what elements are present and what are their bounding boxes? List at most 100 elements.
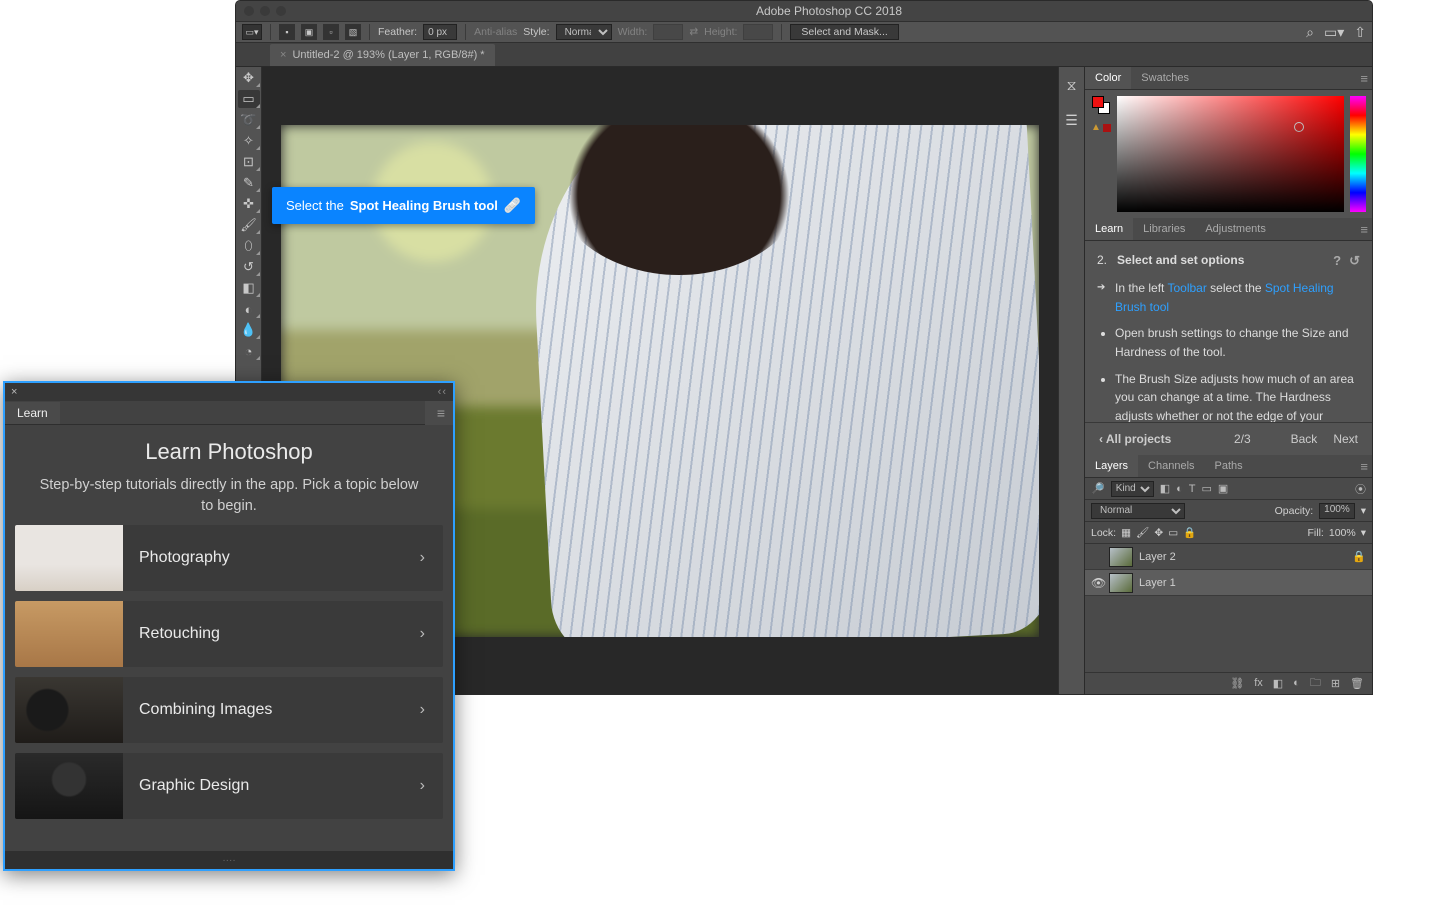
filter-kind-select[interactable]: Kind — [1111, 481, 1154, 497]
collapse-icon[interactable]: ‹‹ — [438, 386, 447, 398]
new-selection-icon[interactable]: ▪ — [279, 24, 295, 40]
filter-type-icon[interactable]: T — [1189, 483, 1196, 495]
tab-color[interactable]: Color — [1085, 67, 1131, 89]
card-thumb — [15, 525, 123, 591]
delete-layer-icon[interactable]: 🗑 — [1350, 677, 1364, 690]
eraser-tool-icon[interactable]: ◧ — [238, 279, 260, 297]
history-brush-tool-icon[interactable]: ↺ — [238, 258, 260, 276]
move-tool-icon[interactable]: ✥ — [238, 69, 260, 87]
intersect-selection-icon[interactable]: ▧ — [345, 24, 361, 40]
next-button[interactable]: Next — [1333, 432, 1358, 446]
filter-kind-icon[interactable]: 🔎 — [1091, 482, 1105, 495]
popup-resize-grip[interactable]: ···· — [5, 851, 453, 869]
zoom-window-dot[interactable] — [276, 6, 286, 16]
style-select[interactable]: Normal — [556, 24, 612, 40]
clone-stamp-tool-icon[interactable]: ⬯ — [238, 237, 260, 255]
popup-subtitle: Step-by-step tutorials directly in the a… — [33, 475, 425, 517]
add-to-selection-icon[interactable]: ▣ — [301, 24, 317, 40]
lasso-tool-icon[interactable]: ➰ — [238, 111, 260, 129]
blur-tool-icon[interactable]: 💧 — [238, 321, 260, 339]
spot-healing-brush-tool-icon[interactable]: ✜ — [238, 195, 260, 213]
layer-fx-icon[interactable]: fx — [1254, 677, 1263, 689]
brush-tool-icon[interactable]: 🖌 — [238, 216, 260, 234]
panel-menu-icon[interactable]: ≡ — [1360, 459, 1368, 474]
panel-menu-icon[interactable]: ≡ — [425, 401, 453, 425]
crop-tool-icon[interactable]: ⊡ — [238, 153, 260, 171]
opacity-value[interactable]: 100% — [1319, 503, 1355, 519]
fill-value[interactable]: 100% — [1329, 527, 1356, 539]
tab-layers[interactable]: Layers — [1085, 455, 1138, 477]
tutorial-card-combining[interactable]: Combining Images › — [15, 677, 443, 743]
panel-menu-icon[interactable]: ≡ — [1360, 222, 1368, 237]
lock-icon[interactable]: 🔒 — [1352, 550, 1366, 563]
learn-panel-body: 2. Select and set options ? ↺ In the lef… — [1085, 241, 1372, 422]
visibility-toggle-icon[interactable]: 👁 — [1091, 576, 1103, 590]
help-icon[interactable]: ? — [1333, 251, 1341, 271]
lock-nesting-icon[interactable]: ▭ — [1168, 527, 1178, 539]
tutorial-card-retouching[interactable]: Retouching › — [15, 601, 443, 667]
gamut-warning-icon[interactable]: ▲ — [1091, 122, 1111, 133]
chevron-right-icon: › — [402, 549, 443, 567]
panel-menu-icon[interactable]: ≡ — [1360, 71, 1368, 86]
lock-transparent-icon[interactable]: ▦ — [1121, 527, 1131, 539]
close-window-dot[interactable] — [244, 6, 254, 16]
tab-swatches[interactable]: Swatches — [1131, 67, 1199, 89]
reset-icon[interactable]: ↺ — [1349, 251, 1360, 271]
feather-input[interactable] — [423, 24, 457, 40]
fill-dropdown-icon[interactable]: ▾ — [1361, 527, 1366, 539]
dodge-tool-icon[interactable]: ◔ — [238, 342, 260, 360]
tool-preset-picker-icon[interactable]: ▭▾ — [242, 24, 262, 40]
hue-slider[interactable] — [1350, 96, 1366, 212]
color-field[interactable] — [1117, 96, 1344, 212]
chevron-right-icon: › — [402, 701, 443, 719]
layer-item[interactable]: 👁 Layer 1 — [1085, 570, 1372, 596]
tutorial-cards: Photography › Retouching › Combining Ima… — [5, 525, 453, 819]
popup-tab-learn[interactable]: Learn — [5, 402, 60, 424]
filter-smart-icon[interactable]: ▣ — [1218, 482, 1228, 495]
layer-item[interactable]: Layer 2 🔒 — [1085, 544, 1372, 570]
workspace-switcher-icon[interactable]: ▭▾ — [1324, 24, 1344, 41]
adjustment-layer-icon[interactable]: ◐ — [1293, 677, 1300, 689]
new-layer-icon[interactable]: ⊞ — [1331, 677, 1340, 690]
close-icon[interactable]: × — [11, 386, 17, 398]
properties-panel-icon[interactable]: ☰ — [1065, 112, 1078, 129]
group-icon[interactable]: 🗀 — [1310, 674, 1321, 693]
filter-pixel-icon[interactable]: ◧ — [1160, 482, 1170, 495]
tab-adjustments[interactable]: Adjustments — [1195, 218, 1276, 240]
minimize-window-dot[interactable] — [260, 6, 270, 16]
link-layers-icon[interactable]: ⛓ — [1230, 677, 1244, 690]
foreground-background-swatch[interactable] — [1092, 96, 1110, 114]
tab-paths[interactable]: Paths — [1205, 455, 1253, 477]
tutorial-card-photography[interactable]: Photography › — [15, 525, 443, 591]
quick-selection-tool-icon[interactable]: ✧ — [238, 132, 260, 150]
lock-all-icon[interactable]: 🔒 — [1183, 526, 1196, 539]
share-icon[interactable]: ⇧ — [1354, 24, 1366, 41]
document-tab[interactable]: × Untitled-2 @ 193% (Layer 1, RGB/8#) * — [270, 44, 495, 66]
eyedropper-tool-icon[interactable]: ✎ — [238, 174, 260, 192]
opacity-dropdown-icon[interactable]: ▾ — [1361, 505, 1366, 517]
close-tab-icon[interactable]: × — [280, 49, 286, 61]
blend-mode-select[interactable]: Normal — [1091, 503, 1185, 519]
back-button[interactable]: Back — [1291, 432, 1318, 446]
filter-adjust-icon[interactable]: ◐ — [1176, 483, 1183, 495]
toolbar-link[interactable]: Toolbar — [1167, 281, 1206, 295]
chevron-right-icon: › — [402, 777, 443, 795]
gradient-tool-icon[interactable]: ◐ — [238, 300, 260, 318]
tab-learn[interactable]: Learn — [1085, 218, 1133, 240]
tab-channels[interactable]: Channels — [1138, 455, 1204, 477]
layer-mask-icon[interactable]: ◧ — [1273, 677, 1283, 690]
search-icon[interactable]: ⌕ — [1306, 24, 1314, 41]
filter-toggle-icon[interactable]: ⦿ — [1355, 481, 1366, 497]
history-panel-icon[interactable]: ⧖ — [1067, 77, 1077, 94]
tab-libraries[interactable]: Libraries — [1133, 218, 1195, 240]
all-projects-link[interactable]: All projects — [1099, 432, 1171, 446]
subtract-from-selection-icon[interactable]: ▫ — [323, 24, 339, 40]
lock-position-icon[interactable]: ✥ — [1154, 527, 1163, 539]
select-and-mask-button[interactable]: Select and Mask... — [790, 24, 898, 40]
options-bar: ▭▾ ▪ ▣ ▫ ▧ Feather: Anti-alias Style: No… — [236, 21, 1372, 43]
rectangular-marquee-tool-icon[interactable]: ▭ — [238, 90, 260, 108]
filter-shape-icon[interactable]: ▭ — [1202, 482, 1212, 495]
tutorial-card-graphic-design[interactable]: Graphic Design › — [15, 753, 443, 819]
lock-image-icon[interactable]: 🖌 — [1136, 526, 1149, 539]
popup-title: Learn Photoshop — [33, 439, 425, 465]
